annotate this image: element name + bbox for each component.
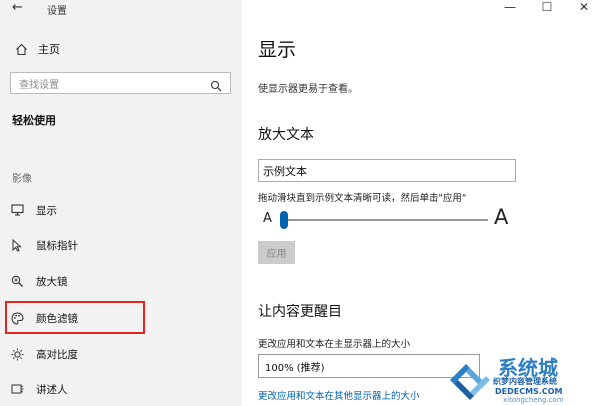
text-size-slider-thumb[interactable] [280,211,288,229]
sidebar-item-label: 讲述人 [36,383,68,396]
sidebar-item-label: 高对比度 [36,348,78,361]
minimize-button[interactable]: — [500,0,520,14]
home-label: 主页 [38,43,60,56]
search-placeholder: 查找设置 [19,79,59,91]
sample-text: 示例文本 [263,164,307,178]
sidebar-item-mouse-pointer[interactable]: 鼠标指针 [10,234,230,256]
make-bigger-heading: 让内容更醒目 [258,304,342,320]
windows-logo-watermark-icon [450,364,490,400]
section-heading: 轻松使用 [12,114,56,127]
highlight-box [5,301,145,334]
narrator-icon [10,382,24,396]
back-arrow-icon[interactable]: ← [12,0,23,15]
sidebar-item-narrator[interactable]: 讲述人 [10,378,230,400]
enlarge-text-heading: 放大文本 [258,127,314,143]
watermark-url: DEDECMS.COM [495,387,563,396]
magnifier-icon [10,274,24,288]
page-title: 显示 [258,39,297,61]
sidebar: ← 设置 主页 查找设置 轻松使用 影像 显示 鼠标指针 放大镜 颜色滤镜 高对… [0,0,242,406]
monitor-icon [10,203,24,217]
sample-text-box: 示例文本 [258,159,516,182]
close-button[interactable]: ✕ [574,0,594,14]
mouse-pointer-icon [10,238,24,252]
slider-instruction: 拖动滑块直到示例文本清晰可读，然后单击"应用" [258,193,467,204]
contrast-icon [10,347,24,361]
maximize-button[interactable]: ☐ [537,0,557,14]
slider-min-label: A [263,211,272,226]
watermark-url-2: xitongcheng.com [503,396,564,404]
slider-max-label: A [494,205,509,229]
window-title: 设置 [47,6,67,17]
watermark-subtitle: 织梦内容管理系统 [493,377,557,386]
home-icon [14,42,28,56]
sidebar-item-label: 显示 [36,204,57,217]
text-size-slider-track[interactable] [283,219,488,221]
scale-dropdown-value: 100% (推荐) [265,362,325,374]
scale-label: 更改应用和文本在主显示器上的大小 [258,339,411,350]
search-icon[interactable] [210,77,222,92]
sidebar-item-label: 鼠标指针 [36,239,78,252]
other-display-scale-link[interactable]: 更改应用和文本在其他显示器上的大小 [258,388,420,402]
sidebar-item-magnifier[interactable]: 放大镜 [10,270,230,292]
search-input[interactable]: 查找设置 [10,72,231,94]
category-label: 影像 [12,174,32,185]
sidebar-item-display[interactable]: 显示 [10,199,230,221]
sidebar-item-high-contrast[interactable]: 高对比度 [10,343,230,365]
sidebar-item-label: 放大镜 [36,275,68,288]
sidebar-item-home[interactable]: 主页 [14,40,60,58]
apply-button[interactable]: 应用 [258,241,295,264]
page-subtitle: 使显示器更易于查看。 [258,84,358,95]
